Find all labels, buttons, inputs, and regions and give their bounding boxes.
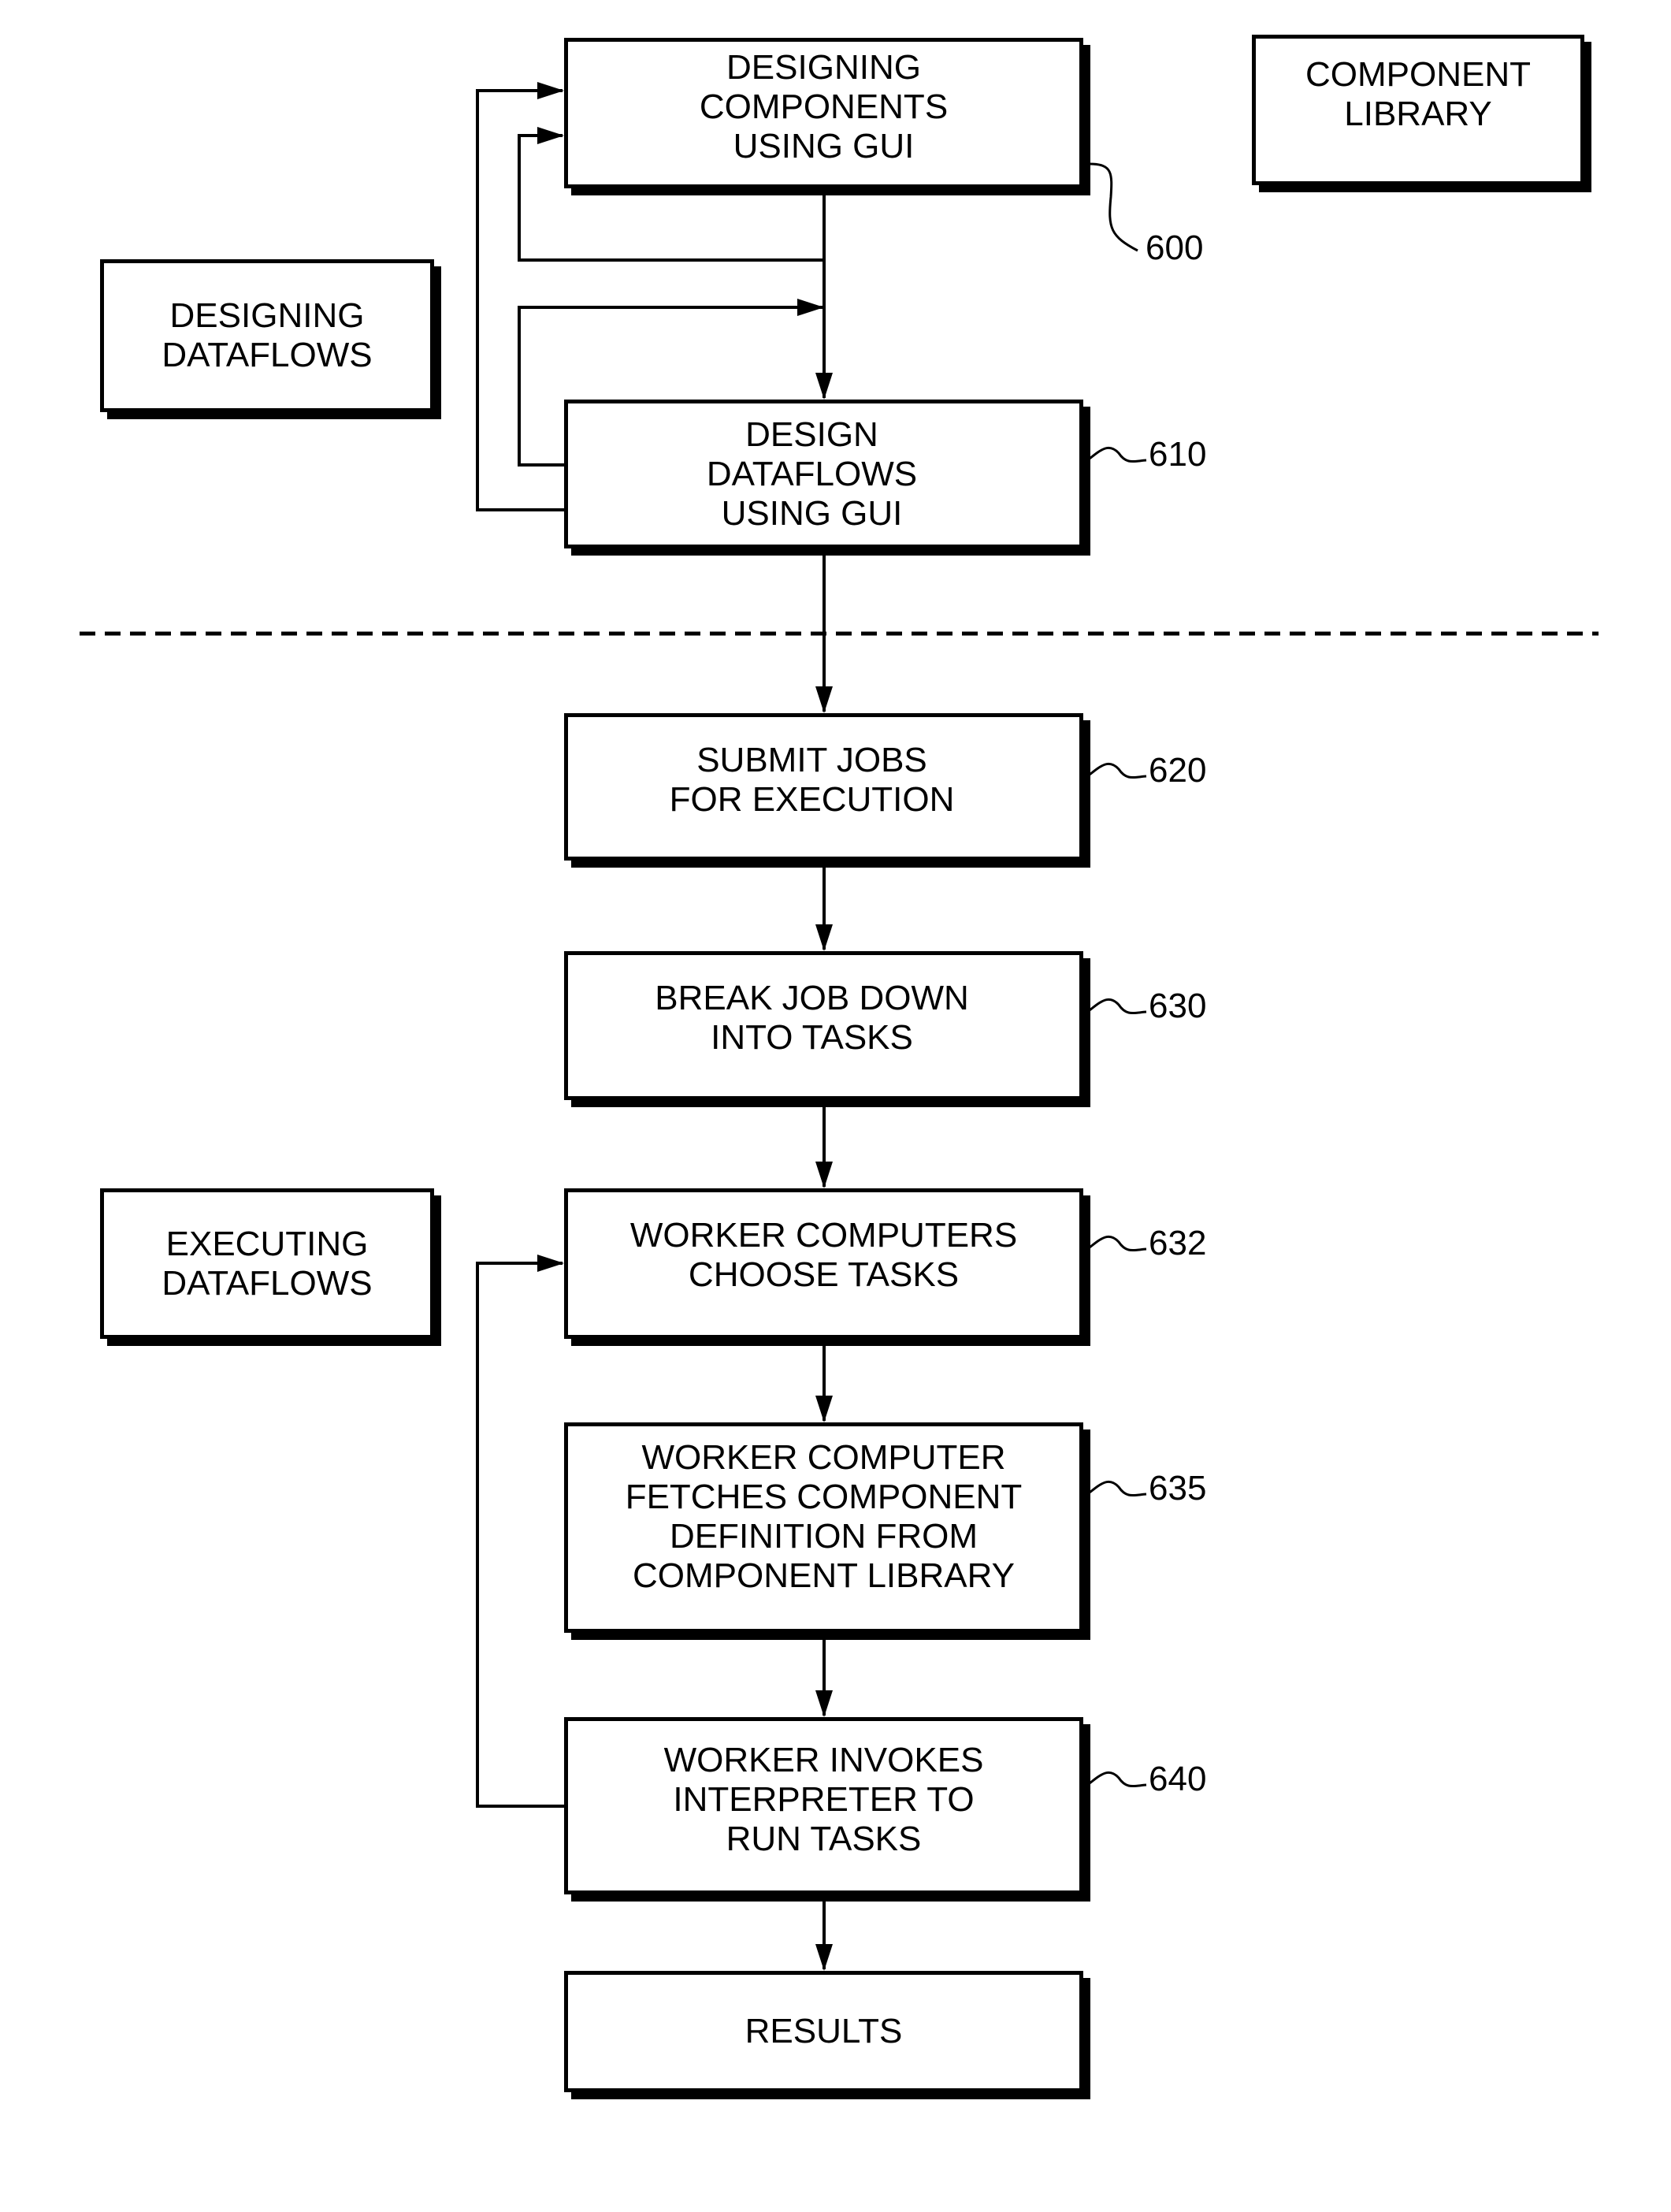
step-text: INTO TASKS — [711, 1018, 913, 1057]
step-635-box: WORKER COMPUTER FETCHES COMPONENT DEFINI… — [564, 1422, 1083, 1633]
step-text: WORKER COMPUTERS — [629, 1216, 1018, 1255]
step-text: BREAK JOB DOWN — [655, 979, 969, 1017]
ref-610: 610 — [1149, 435, 1207, 474]
leader-630 — [1089, 998, 1147, 1015]
step-text: DESIGNING — [726, 48, 921, 87]
ref-640: 640 — [1149, 1760, 1207, 1798]
step-text: SUBMIT JOBS — [696, 741, 927, 779]
section-label-line: DATAFLOWS — [162, 336, 373, 374]
step-632-box: WORKER COMPUTERS CHOOSE TASKS — [564, 1188, 1083, 1339]
step-text: FOR EXECUTION — [669, 780, 955, 819]
step-text: DATAFLOWS — [706, 454, 918, 493]
section-label-line: DATAFLOWS — [162, 1263, 373, 1303]
leader-610 — [1089, 446, 1147, 463]
step-640-box: WORKER INVOKES INTERPRETER TO RUN TASKS — [564, 1717, 1083, 1894]
leader-640 — [1089, 1771, 1147, 1788]
ref-600: 600 — [1146, 229, 1204, 267]
step-630-box: BREAK JOB DOWN INTO TASKS — [564, 951, 1083, 1100]
section-label-line: DESIGNING — [169, 296, 365, 335]
step-text: DESIGN — [745, 415, 878, 454]
step-text: RESULTS — [745, 2012, 903, 2050]
leader-620 — [1089, 762, 1147, 779]
step-620-box: SUBMIT JOBS FOR EXECUTION — [564, 713, 1083, 861]
leader-632 — [1089, 1235, 1147, 1252]
leader-600 — [1089, 162, 1138, 252]
leader-635 — [1089, 1480, 1147, 1497]
step-text: COMPONENT LIBRARY — [633, 1556, 1015, 1595]
step-text: DEFINITION FROM — [669, 1517, 978, 1556]
step-text: COMPONENTS — [699, 87, 949, 126]
loop-640-to-632 — [476, 1255, 564, 1808]
section-executing-dataflows: EXECUTING DATAFLOWS — [100, 1188, 434, 1339]
component-library-label: LIBRARY — [1344, 94, 1492, 133]
ref-632: 632 — [1149, 1224, 1207, 1262]
ref-630: 630 — [1149, 987, 1207, 1025]
step-text: INTERPRETER TO — [673, 1780, 975, 1819]
step-text: WORKER INVOKES — [663, 1741, 984, 1779]
ref-635: 635 — [1149, 1469, 1207, 1508]
step-text: RUN TASKS — [726, 1820, 922, 1858]
step-text: USING GUI — [721, 493, 903, 533]
component-library-label: COMPONENT — [1305, 54, 1531, 94]
step-text: CHOOSE TASKS — [688, 1255, 960, 1294]
step-text: FETCHES COMPONENT — [625, 1478, 1023, 1516]
section-label-line: EXECUTING — [165, 1224, 369, 1263]
section-designing-dataflows: DESIGNING DATAFLOWS — [100, 259, 434, 412]
ref-620: 620 — [1149, 751, 1207, 790]
results-box: RESULTS — [564, 1971, 1083, 2092]
step-610-box: DESIGN DATAFLOWS USING GUI — [564, 400, 1083, 548]
step-text: WORKER COMPUTER — [641, 1438, 1006, 1477]
step-600-box: DESIGNING COMPONENTS USING GUI — [564, 38, 1083, 188]
step-text: USING GUI — [733, 127, 915, 165]
component-library-box: COMPONENT LIBRARY — [1252, 35, 1584, 185]
